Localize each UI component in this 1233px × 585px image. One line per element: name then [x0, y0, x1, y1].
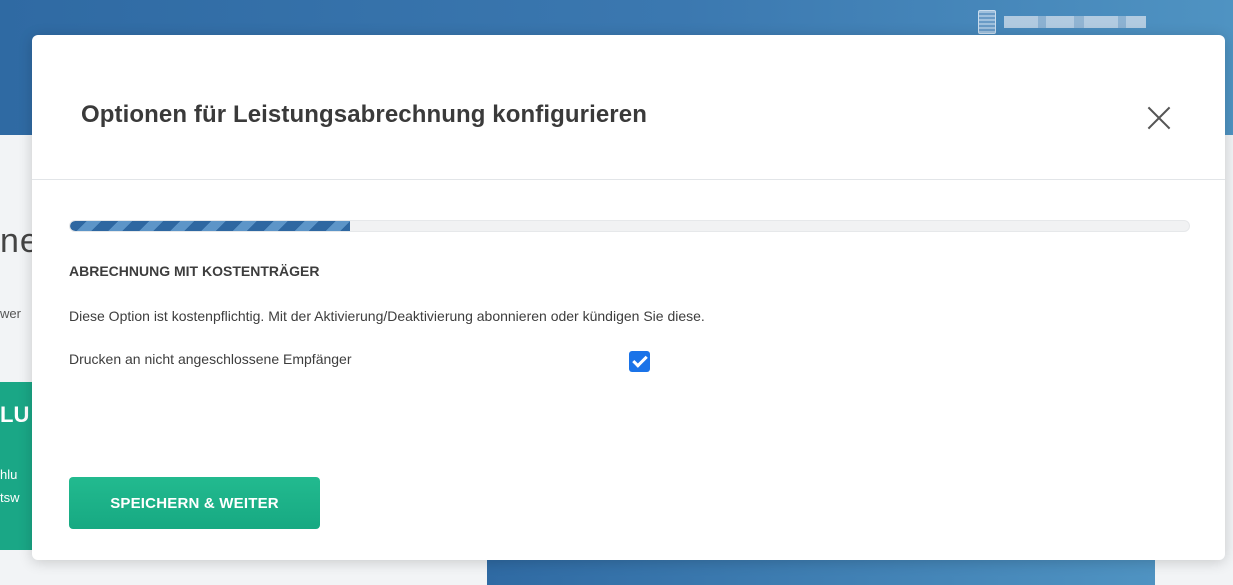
building-icon: [978, 10, 996, 34]
modal-header-divider: [32, 179, 1225, 180]
print-option-label: Drucken an nicht angeschlossene Empfänge…: [69, 351, 352, 367]
save-and-continue-button[interactable]: SPEICHERN & WEITER: [69, 477, 320, 529]
user-name-redacted: [1004, 16, 1146, 28]
section-heading: ABRECHNUNG MIT KOSTENTRÄGER: [69, 263, 320, 279]
promo-card-text-line: tsw: [0, 490, 20, 505]
promo-card-text-line: hlu: [0, 467, 18, 482]
configure-billing-modal: Optionen für Leistungsabrechnung konfigu…: [32, 35, 1225, 560]
option-description: Diese Option ist kostenpflichtig. Mit de…: [69, 308, 705, 324]
progress-bar-fill: [70, 221, 350, 231]
promo-card-title: LU: [0, 402, 30, 427]
print-option-checkbox[interactable]: [629, 351, 650, 372]
user-menu[interactable]: [978, 10, 1146, 34]
progress-bar: [69, 220, 1190, 232]
modal-title: Optionen für Leistungsabrechnung konfigu…: [81, 101, 647, 128]
close-icon[interactable]: [1144, 103, 1174, 133]
page-text-fragment: wer: [0, 306, 21, 321]
